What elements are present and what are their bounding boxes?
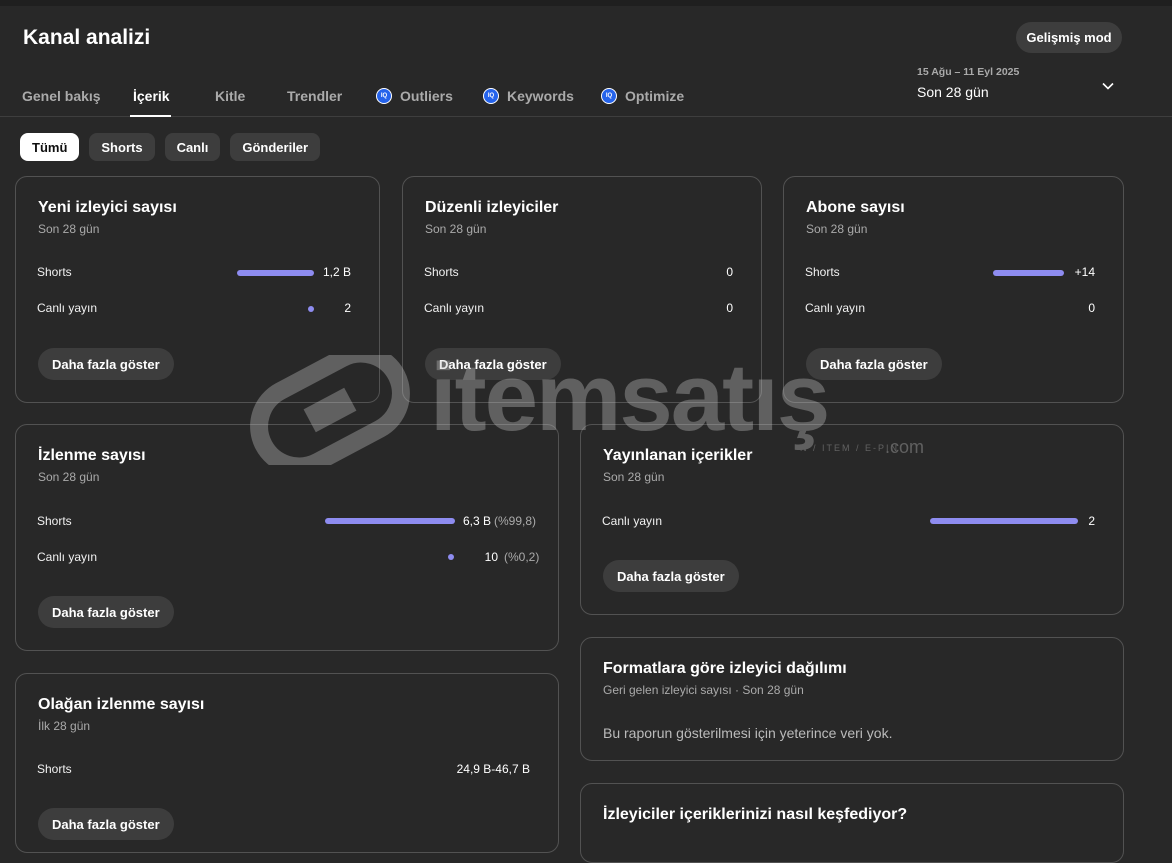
usual-views-card: Olağan izlenme sayısı İlk 28 gün Shorts … bbox=[15, 673, 559, 853]
row-value: 0 bbox=[1088, 301, 1095, 315]
card-title: Formatlara göre izleyici dağılımı bbox=[603, 660, 847, 677]
row-value: 24,9 B-46,7 B bbox=[456, 762, 530, 776]
row-label: Shorts bbox=[805, 265, 840, 279]
advanced-mode-button[interactable]: Gelişmiş mod bbox=[1016, 22, 1122, 53]
discovery-card: İzleyiciler içeriklerinizi nasıl keşfedi… bbox=[580, 783, 1124, 863]
regular-viewers-card: Düzenli izleyiciler Son 28 gün Shorts 0 … bbox=[402, 176, 762, 403]
card-title: Yeni izleyici sayısı bbox=[38, 199, 177, 216]
row-label: Shorts bbox=[37, 762, 72, 776]
subscribers-card: Abone sayısı Son 28 gün Shorts +14 Canlı… bbox=[783, 176, 1124, 403]
tab-audience[interactable]: Kitle bbox=[215, 87, 245, 105]
iq-badge-icon: IQ bbox=[601, 88, 617, 104]
card-subtitle: Geri gelen izleyici sayısı · Son 28 gün bbox=[603, 683, 804, 697]
date-range: 15 Ağu – 11 Eyl 2025 bbox=[917, 66, 1020, 78]
row-label: Shorts bbox=[37, 514, 72, 528]
row-label: Canlı yayın bbox=[37, 301, 98, 315]
row-value: 6,3 B bbox=[462, 514, 491, 528]
chip-all[interactable]: Tümü bbox=[20, 133, 80, 161]
card-title: Yayınlanan içerikler bbox=[603, 447, 753, 464]
tab-content[interactable]: İçerik bbox=[133, 87, 170, 105]
card-title: Abone sayısı bbox=[806, 199, 905, 216]
card-title: İzleyiciler içeriklerinizi nasıl keşfedi… bbox=[603, 806, 908, 823]
tab-optimize[interactable]: IQ Optimize bbox=[601, 87, 684, 105]
row-value: 1,2 B bbox=[322, 265, 351, 279]
card-title: İzlenme sayısı bbox=[38, 447, 146, 464]
published-content-card: Yayınlanan içerikler Son 28 gün Canlı ya… bbox=[580, 424, 1124, 615]
card-title: Düzenli izleyiciler bbox=[425, 199, 559, 216]
card-subtitle: Son 28 gün bbox=[425, 222, 487, 236]
active-tab-indicator bbox=[130, 115, 171, 117]
iq-badge-icon: IQ bbox=[376, 88, 392, 104]
row-value: +14 bbox=[1074, 265, 1095, 279]
chip-posts[interactable]: Gönderiler bbox=[230, 133, 321, 161]
filter-chips: Tümü Shorts Canlı Gönderiler bbox=[20, 133, 321, 161]
row-label: Canlı yayın bbox=[602, 514, 663, 528]
row-label: Shorts bbox=[424, 265, 459, 279]
chip-shorts[interactable]: Shorts bbox=[89, 133, 155, 161]
tab-outliers[interactable]: IQ Outliers bbox=[376, 87, 453, 105]
show-more-button[interactable]: Daha fazla göster bbox=[38, 808, 174, 840]
format-distribution-card: Formatlara göre izleyici dağılımı Geri g… bbox=[580, 637, 1124, 761]
row-label: Canlı yayın bbox=[37, 550, 98, 564]
views-card: İzlenme sayısı Son 28 gün Shorts 6,3 B (… bbox=[15, 424, 559, 651]
card-subtitle: Son 28 gün bbox=[38, 222, 100, 236]
row-value: 2 bbox=[1088, 514, 1095, 528]
top-border bbox=[0, 0, 1172, 6]
card-subtitle: Son 28 gün bbox=[603, 470, 665, 484]
row-bar bbox=[325, 518, 455, 524]
page-title: Kanal analizi bbox=[23, 26, 151, 49]
date-period-label[interactable]: Son 28 gün bbox=[917, 84, 989, 100]
show-more-button[interactable]: Daha fazla göster bbox=[425, 348, 561, 380]
row-value: 0 bbox=[726, 301, 733, 315]
tab-overview[interactable]: Genel bakış bbox=[22, 87, 101, 105]
row-percent: (%0,2) bbox=[504, 550, 540, 564]
card-subtitle: İlk 28 gün bbox=[38, 719, 91, 733]
tab-label: İçerik bbox=[133, 88, 170, 104]
show-more-button[interactable]: Daha fazla göster bbox=[603, 560, 739, 592]
card-title: Olağan izlenme sayısı bbox=[38, 696, 205, 713]
chevron-down-icon[interactable] bbox=[1100, 78, 1116, 94]
no-data-message: Bu raporun gösterilmesi için yeterince v… bbox=[603, 725, 893, 741]
tab-label: Genel bakış bbox=[22, 88, 101, 104]
row-value: 2 bbox=[344, 301, 351, 315]
row-value: 10 bbox=[484, 550, 498, 564]
tab-label: Outliers bbox=[400, 88, 453, 104]
row-label: Canlı yayın bbox=[424, 301, 485, 315]
show-more-button[interactable]: Daha fazla göster bbox=[38, 596, 174, 628]
tab-keywords[interactable]: IQ Keywords bbox=[483, 87, 574, 105]
row-label: Shorts bbox=[37, 265, 72, 279]
show-more-button[interactable]: Daha fazla göster bbox=[806, 348, 942, 380]
tab-trends[interactable]: Trendler bbox=[287, 87, 342, 105]
row-value: 0 bbox=[726, 265, 733, 279]
iq-badge-icon: IQ bbox=[483, 88, 499, 104]
row-label: Canlı yayın bbox=[805, 301, 866, 315]
card-subtitle: Son 28 gün bbox=[806, 222, 868, 236]
tab-label: Optimize bbox=[625, 88, 685, 104]
row-bar bbox=[930, 518, 1078, 524]
tab-label: Keywords bbox=[507, 88, 574, 104]
tab-label: Trendler bbox=[287, 88, 343, 104]
chip-live[interactable]: Canlı bbox=[164, 133, 221, 161]
row-bar bbox=[237, 270, 314, 276]
tab-label: Kitle bbox=[215, 88, 246, 104]
show-more-button[interactable]: Daha fazla göster bbox=[38, 348, 174, 380]
card-subtitle: Son 28 gün bbox=[38, 470, 100, 484]
new-viewers-card: Yeni izleyici sayısı Son 28 gün Shorts 1… bbox=[15, 176, 380, 403]
row-percent: (%99,8) bbox=[494, 514, 537, 528]
